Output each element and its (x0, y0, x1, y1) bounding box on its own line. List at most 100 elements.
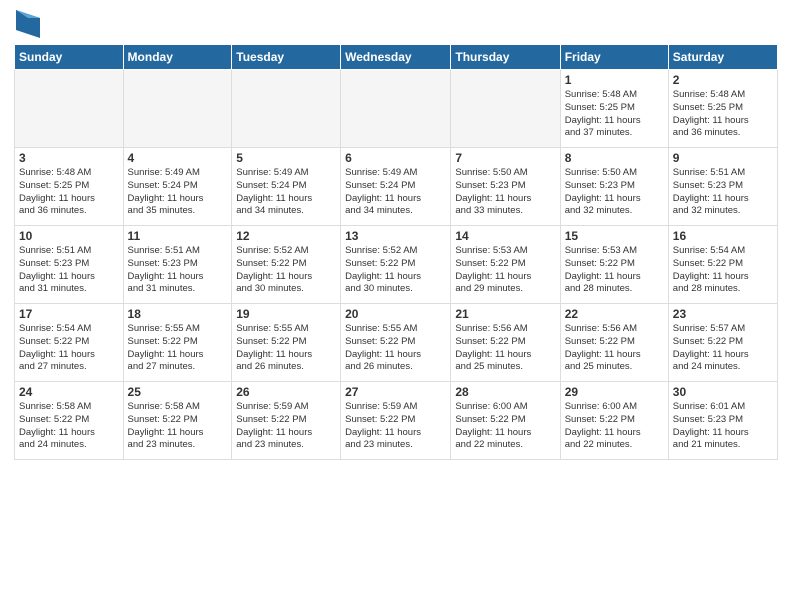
day-info: Sunrise: 5:48 AM Sunset: 5:25 PM Dayligh… (19, 167, 119, 218)
calendar-cell (451, 70, 560, 148)
calendar-cell: 18 Sunrise: 5:55 AM Sunset: 5:22 PM Dayli… (123, 304, 232, 382)
calendar-cell: 20 Sunrise: 5:55 AM Sunset: 5:22 PM Dayli… (341, 304, 451, 382)
day-number: 7 (455, 151, 555, 165)
calendar-week-row: 10 Sunrise: 5:51 AM Sunset: 5:23 PM Dayli… (15, 226, 778, 304)
calendar-cell: 29 Sunrise: 6:00 AM Sunset: 5:22 PM Dayli… (560, 382, 668, 460)
day-info: Sunrise: 6:00 AM Sunset: 5:22 PM Dayligh… (565, 401, 664, 452)
day-info: Sunrise: 5:56 AM Sunset: 5:22 PM Dayligh… (455, 323, 555, 374)
calendar-cell: 25Sunrise: 5:58 AM Sunset: 5:22 PM Dayli… (123, 382, 232, 460)
day-number: 2 (673, 73, 773, 87)
day-info: Sunrise: 5:57 AM Sunset: 5:22 PM Dayligh… (673, 323, 773, 374)
day-info: Sunrise: 5:54 AM Sunset: 5:22 PM Dayligh… (19, 323, 119, 374)
calendar-cell: 9 Sunrise: 5:51 AM Sunset: 5:23 PM Daylig… (668, 148, 777, 226)
day-number: 17 (19, 307, 119, 321)
day-number: 25 (128, 385, 228, 399)
day-number: 26 (236, 385, 336, 399)
calendar-cell (123, 70, 232, 148)
logo (14, 10, 40, 38)
day-info: Sunrise: 5:54 AM Sunset: 5:22 PM Dayligh… (673, 245, 773, 296)
day-info: Sunrise: 5:51 AM Sunset: 5:23 PM Dayligh… (673, 167, 773, 218)
day-info: Sunrise: 5:50 AM Sunset: 5:23 PM Dayligh… (565, 167, 664, 218)
calendar-cell: 21 Sunrise: 5:56 AM Sunset: 5:22 PM Dayli… (451, 304, 560, 382)
calendar-cell: 1Sunrise: 5:48 AM Sunset: 5:25 PM Daylig… (560, 70, 668, 148)
day-number: 14 (455, 229, 555, 243)
day-info: Sunrise: 5:53 AM Sunset: 5:22 PM Dayligh… (455, 245, 555, 296)
calendar-table: SundayMondayTuesdayWednesdayThursdayFrid… (14, 44, 778, 460)
calendar-cell: 7 Sunrise: 5:50 AM Sunset: 5:23 PM Daylig… (451, 148, 560, 226)
calendar-cell: 6 Sunrise: 5:49 AM Sunset: 5:24 PM Daylig… (341, 148, 451, 226)
calendar-week-row: 1Sunrise: 5:48 AM Sunset: 5:25 PM Daylig… (15, 70, 778, 148)
calendar-cell: 14 Sunrise: 5:53 AM Sunset: 5:22 PM Dayli… (451, 226, 560, 304)
calendar-cell: 22 Sunrise: 5:56 AM Sunset: 5:22 PM Dayli… (560, 304, 668, 382)
day-number: 29 (565, 385, 664, 399)
day-number: 21 (455, 307, 555, 321)
calendar-cell: 4 Sunrise: 5:49 AM Sunset: 5:24 PM Daylig… (123, 148, 232, 226)
day-number: 16 (673, 229, 773, 243)
weekday-header: Friday (560, 45, 668, 70)
day-info: Sunrise: 5:55 AM Sunset: 5:22 PM Dayligh… (236, 323, 336, 374)
day-info: Sunrise: 5:52 AM Sunset: 5:22 PM Dayligh… (345, 245, 446, 296)
calendar-cell: 17 Sunrise: 5:54 AM Sunset: 5:22 PM Dayli… (15, 304, 124, 382)
day-number: 5 (236, 151, 336, 165)
day-number: 3 (19, 151, 119, 165)
day-number: 24 (19, 385, 119, 399)
calendar-cell (232, 70, 341, 148)
calendar-cell (15, 70, 124, 148)
calendar-cell: 10 Sunrise: 5:51 AM Sunset: 5:23 PM Dayli… (15, 226, 124, 304)
day-info: Sunrise: 5:51 AM Sunset: 5:23 PM Dayligh… (128, 245, 228, 296)
day-info: Sunrise: 6:00 AM Sunset: 5:22 PM Dayligh… (455, 401, 555, 452)
calendar-week-row: 17 Sunrise: 5:54 AM Sunset: 5:22 PM Dayli… (15, 304, 778, 382)
day-info: Sunrise: 5:59 AM Sunset: 5:22 PM Dayligh… (345, 401, 446, 452)
day-number: 6 (345, 151, 446, 165)
day-number: 19 (236, 307, 336, 321)
day-number: 18 (128, 307, 228, 321)
weekday-header: Saturday (668, 45, 777, 70)
day-number: 9 (673, 151, 773, 165)
calendar-cell: 16 Sunrise: 5:54 AM Sunset: 5:22 PM Dayli… (668, 226, 777, 304)
weekday-header: Thursday (451, 45, 560, 70)
calendar-cell: 5Sunrise: 5:49 AM Sunset: 5:24 PM Daylig… (232, 148, 341, 226)
calendar-cell: 30Sunrise: 6:01 AM Sunset: 5:23 PM Dayli… (668, 382, 777, 460)
day-info: Sunrise: 5:50 AM Sunset: 5:23 PM Dayligh… (455, 167, 555, 218)
header (14, 10, 778, 38)
day-number: 20 (345, 307, 446, 321)
calendar-cell: 3 Sunrise: 5:48 AM Sunset: 5:25 PM Daylig… (15, 148, 124, 226)
weekday-header: Wednesday (341, 45, 451, 70)
day-info: Sunrise: 5:48 AM Sunset: 5:25 PM Dayligh… (565, 89, 664, 140)
day-info: Sunrise: 5:53 AM Sunset: 5:22 PM Dayligh… (565, 245, 664, 296)
calendar-cell: 23 Sunrise: 5:57 AM Sunset: 5:22 PM Dayli… (668, 304, 777, 382)
calendar-cell: 26Sunrise: 5:59 AM Sunset: 5:22 PM Dayli… (232, 382, 341, 460)
calendar-cell: 15 Sunrise: 5:53 AM Sunset: 5:22 PM Dayli… (560, 226, 668, 304)
weekday-header: Monday (123, 45, 232, 70)
day-info: Sunrise: 5:52 AM Sunset: 5:22 PM Dayligh… (236, 245, 336, 296)
day-number: 22 (565, 307, 664, 321)
day-info: Sunrise: 5:51 AM Sunset: 5:23 PM Dayligh… (19, 245, 119, 296)
day-number: 23 (673, 307, 773, 321)
calendar-cell: 13 Sunrise: 5:52 AM Sunset: 5:22 PM Dayli… (341, 226, 451, 304)
page: SundayMondayTuesdayWednesdayThursdayFrid… (0, 0, 792, 612)
day-number: 4 (128, 151, 228, 165)
day-info: Sunrise: 5:55 AM Sunset: 5:22 PM Dayligh… (345, 323, 446, 374)
day-number: 8 (565, 151, 664, 165)
weekday-header: Sunday (15, 45, 124, 70)
calendar-cell: 28Sunrise: 6:00 AM Sunset: 5:22 PM Dayli… (451, 382, 560, 460)
day-info: Sunrise: 5:55 AM Sunset: 5:22 PM Dayligh… (128, 323, 228, 374)
day-info: Sunrise: 5:49 AM Sunset: 5:24 PM Dayligh… (345, 167, 446, 218)
day-info: Sunrise: 5:56 AM Sunset: 5:22 PM Dayligh… (565, 323, 664, 374)
calendar-cell: 24Sunrise: 5:58 AM Sunset: 5:22 PM Dayli… (15, 382, 124, 460)
calendar-cell: 2Sunrise: 5:48 AM Sunset: 5:25 PM Daylig… (668, 70, 777, 148)
calendar-cell: 8 Sunrise: 5:50 AM Sunset: 5:23 PM Daylig… (560, 148, 668, 226)
calendar-week-row: 3 Sunrise: 5:48 AM Sunset: 5:25 PM Daylig… (15, 148, 778, 226)
calendar-week-row: 24Sunrise: 5:58 AM Sunset: 5:22 PM Dayli… (15, 382, 778, 460)
calendar-cell: 27Sunrise: 5:59 AM Sunset: 5:22 PM Dayli… (341, 382, 451, 460)
day-number: 13 (345, 229, 446, 243)
day-number: 15 (565, 229, 664, 243)
logo-icon (16, 10, 40, 38)
day-number: 10 (19, 229, 119, 243)
calendar-cell (341, 70, 451, 148)
calendar-cell: 11Sunrise: 5:51 AM Sunset: 5:23 PM Dayli… (123, 226, 232, 304)
calendar-cell: 12Sunrise: 5:52 AM Sunset: 5:22 PM Dayli… (232, 226, 341, 304)
day-number: 30 (673, 385, 773, 399)
day-info: Sunrise: 5:49 AM Sunset: 5:24 PM Dayligh… (128, 167, 228, 218)
weekday-header: Tuesday (232, 45, 341, 70)
